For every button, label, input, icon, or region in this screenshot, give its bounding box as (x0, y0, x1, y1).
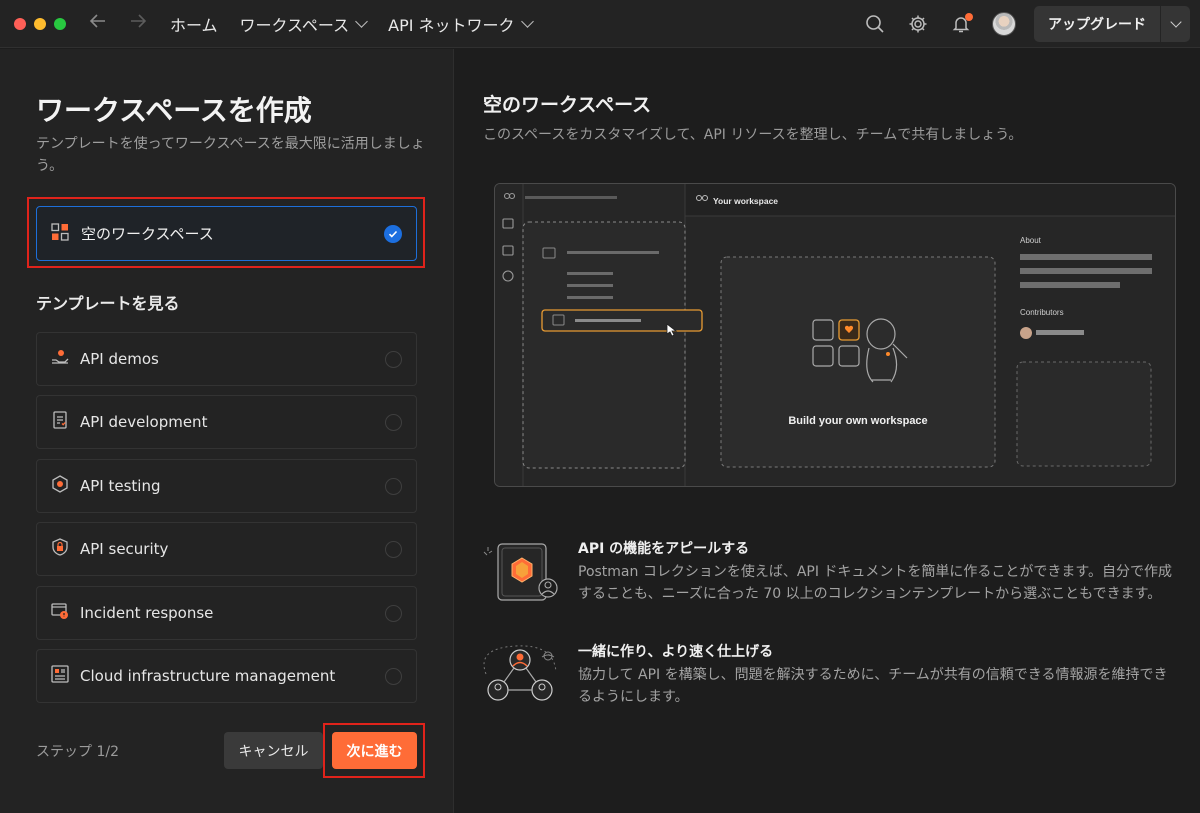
nav-home-label: ホーム (170, 15, 218, 35)
page-title: ワークスペースを作成 (36, 94, 312, 127)
nav-api-network[interactable]: API ネットワーク (388, 12, 534, 36)
chevron-down-icon (520, 14, 534, 28)
preview-subtitle: このスペースをカスタマイズして、API リソースを整理し、チームで共有しましょう… (483, 127, 1023, 143)
server-rack-icon (51, 665, 69, 687)
template-cloud-infrastructure[interactable]: Cloud infrastructure management (36, 649, 417, 703)
preview-contributors-label: Contributors (1020, 308, 1064, 317)
feature-description: Postman コレクションを使えば、API ドキュメントを簡単に作ることができ… (578, 564, 1173, 602)
template-radio[interactable] (385, 605, 402, 622)
close-window-button[interactable] (14, 17, 26, 30)
forward-arrow-icon[interactable] (128, 13, 148, 34)
upgrade-button-group: アップグレード (1034, 6, 1190, 42)
alert-window-icon (51, 602, 69, 624)
chevron-down-icon (1169, 16, 1182, 28)
avatar[interactable] (992, 12, 1016, 36)
check-icon (384, 225, 402, 243)
template-api-testing[interactable]: API testing (36, 459, 417, 513)
preview-center-label: Build your own workspace (788, 415, 927, 427)
next-button[interactable]: 次に進む (332, 732, 417, 769)
template-radio[interactable] (385, 414, 402, 431)
workspace-preview-illustration: Build your own workspace About Contribut… (494, 183, 1176, 487)
step-indicator: ステップ 1/2 (36, 744, 119, 760)
shield-lock-icon (51, 538, 69, 560)
template-label: API testing (80, 477, 161, 495)
maximize-window-button[interactable] (54, 17, 66, 30)
feature-title: API の機能をアピールする (578, 541, 750, 557)
upgrade-button[interactable]: アップグレード (1034, 6, 1160, 42)
gear-icon[interactable] (906, 12, 930, 36)
template-radio[interactable] (385, 351, 402, 368)
chevron-down-icon (355, 14, 369, 28)
page-subtitle: テンプレートを使ってワークスペースを最大限に活用しましょう。 (36, 136, 425, 174)
template-label: API demos (80, 350, 159, 368)
template-radio[interactable] (385, 668, 402, 685)
checklist-icon (51, 411, 69, 433)
collection-doc-icon (480, 540, 560, 606)
title-bar: ホーム ワークスペース API ネットワーク アップグレード (0, 0, 1200, 48)
search-icon[interactable] (863, 12, 887, 36)
team-collaboration-icon (480, 640, 566, 706)
feature-title: 一緒に作り、より速く仕上げる (578, 644, 774, 660)
back-arrow-icon[interactable] (88, 13, 108, 34)
blank-workspace-option[interactable]: 空のワークスペース (36, 206, 417, 261)
template-api-development[interactable]: API development (36, 395, 417, 449)
minimize-window-button[interactable] (34, 17, 46, 30)
blank-workspace-label: 空のワークスペース (81, 225, 214, 243)
notification-dot (965, 13, 973, 21)
template-api-demos[interactable]: API demos (36, 332, 417, 386)
nav-api-network-label: API ネットワーク (388, 15, 515, 35)
grid-blocks-icon (51, 222, 69, 245)
hexagon-gear-icon (51, 475, 69, 497)
template-label: Incident response (80, 604, 214, 622)
template-api-security[interactable]: API security (36, 522, 417, 576)
feature-description: 協力して API を構築し、問題を解決するために、チームが共有の信頼できる情報源… (578, 667, 1168, 705)
nav-home[interactable]: ホーム (170, 12, 218, 36)
template-label: Cloud infrastructure management (80, 667, 336, 685)
nav-workspaces[interactable]: ワークスペース (239, 12, 369, 36)
template-incident-response[interactable]: Incident response (36, 586, 417, 640)
template-label: API development (80, 413, 208, 431)
preview-title: 空のワークスペース (483, 94, 652, 116)
templates-heading: テンプレートを見る (36, 294, 180, 313)
template-label: API security (80, 540, 169, 558)
template-radio[interactable] (385, 541, 402, 558)
preview-workspace-label: Your workspace (713, 196, 778, 206)
cancel-button[interactable]: キャンセル (224, 732, 323, 769)
template-radio[interactable] (385, 478, 402, 495)
create-workspace-panel: ワークスペースを作成 テンプレートを使ってワークスペースを最大限に活用しましょう… (0, 49, 454, 813)
upgrade-dropdown-button[interactable] (1160, 6, 1190, 42)
window-controls (14, 17, 66, 30)
nav-workspaces-label: ワークスペース (239, 15, 350, 35)
preview-about-label: About (1020, 236, 1042, 245)
hand-coin-icon (51, 348, 69, 370)
bell-icon[interactable] (949, 12, 973, 36)
